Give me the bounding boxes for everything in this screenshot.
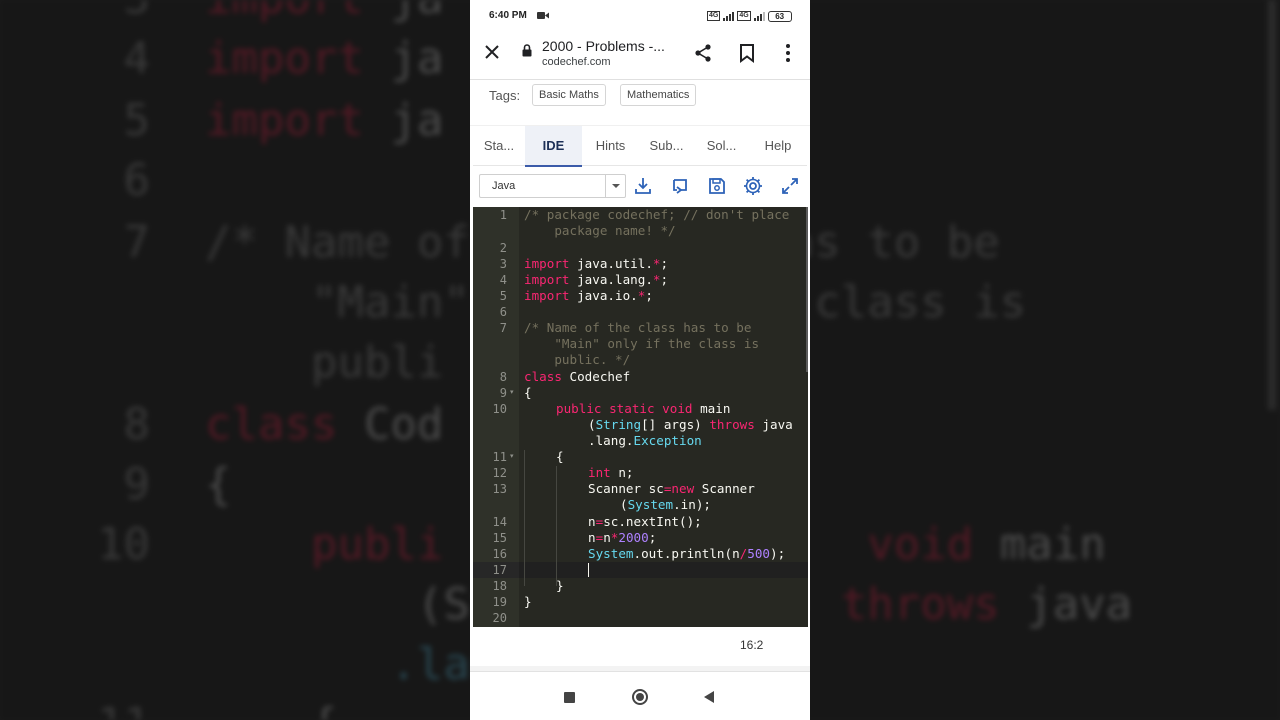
backdrop-scrollbar [1268, 0, 1276, 410]
tags-label: Tags: [489, 88, 521, 103]
code-line: n=sc.nextInt(); [588, 514, 702, 529]
home-icon[interactable] [632, 689, 648, 705]
language-value: Java [492, 180, 516, 192]
line-number: 16 [492, 547, 507, 561]
line-number: 4 [499, 273, 507, 287]
bookmark-icon[interactable] [737, 42, 757, 64]
signal-icon [723, 11, 735, 21]
problem-tags: Tags: Basic Maths Mathematics [470, 80, 810, 126]
code-line: System.out.println(n/500); [588, 546, 786, 561]
tab-hints[interactable]: Hints [582, 126, 639, 166]
code-line: package name! */ [524, 223, 676, 238]
page-title[interactable]: 2000 - Problems -... [542, 38, 682, 54]
close-icon[interactable] [482, 42, 502, 62]
code-line: Scanner sc=new Scanner [588, 481, 755, 496]
more-vertical-icon[interactable] [778, 42, 798, 64]
line-number: 18 [492, 579, 507, 593]
code-line: n=n*2000; [588, 530, 657, 545]
tab-statement[interactable]: Sta... [473, 126, 525, 166]
line-number: 7 [499, 321, 507, 335]
language-select[interactable]: Java [479, 174, 626, 198]
active-line-highlight [519, 562, 808, 578]
status-bar: 6:40 PM 4G 4G 63 [470, 0, 810, 32]
cursor-position: 16:2 [740, 638, 764, 652]
line-number: 11 [492, 450, 507, 464]
line-number: 12 [492, 466, 507, 480]
chevron-down-icon [612, 184, 620, 188]
line-number: 20 [492, 611, 507, 625]
phone-screen: 6:40 PM 4G 4G 63 2000 - Problems -... co… [470, 0, 810, 720]
video-camera-icon [537, 12, 549, 19]
code-line: "Main" only if the class is [524, 336, 760, 351]
code-line: } [556, 578, 564, 593]
code-line: { [556, 449, 564, 464]
code-line: class Codechef [524, 369, 631, 384]
lock-icon [522, 44, 532, 57]
code-line: import java.lang.*; [524, 272, 669, 287]
tab-ide[interactable]: IDE [525, 126, 582, 167]
line-number: 15 [492, 531, 507, 545]
signal-icon [753, 11, 765, 21]
fold-toggle-icon[interactable]: ▾ [510, 385, 514, 401]
line-number: 6 [499, 305, 507, 319]
line-number: 3 [499, 257, 507, 271]
code-line: (System.in); [620, 497, 712, 512]
ide-toolbar: Java [470, 166, 810, 206]
network-badge: 4G [707, 11, 721, 21]
line-number: 2 [499, 241, 507, 255]
battery-icon: 63 [767, 10, 792, 22]
editor-scrollbar[interactable] [806, 207, 808, 372]
fold-toggle-icon[interactable]: ▾ [510, 449, 514, 465]
android-nav-bar [470, 675, 810, 720]
divider [470, 666, 810, 672]
line-number: 5 [499, 289, 507, 303]
line-number: 19 [492, 595, 507, 609]
tab-help[interactable]: Help [749, 126, 807, 166]
run-icon[interactable] [669, 175, 691, 197]
code-line: public static void main [556, 401, 731, 416]
line-number: 13 [492, 482, 507, 496]
code-line: /* Name of the class has to be [524, 320, 752, 335]
code-line: } [524, 594, 532, 609]
back-icon[interactable] [704, 691, 714, 703]
text-caret [588, 563, 589, 577]
settings-icon[interactable] [742, 175, 764, 197]
problem-tabs: Sta... IDE Hints Sub... Sol... Help [473, 126, 807, 167]
tag-mathematics[interactable]: Mathematics [620, 84, 697, 106]
code-line: (String[] args) throws java [588, 417, 793, 432]
line-number: 17 [492, 563, 507, 577]
code-editor[interactable]: 1 2 3 4 5 6 7 8 9 ▾ 10 11 ▾ 12 13 14 15 … [473, 207, 808, 627]
page-domain[interactable]: codechef.com [542, 56, 610, 68]
code-line: .lang.Exception [588, 433, 702, 448]
save-icon[interactable] [706, 175, 728, 197]
network-badge: 4G [737, 11, 751, 21]
share-icon[interactable] [692, 42, 714, 64]
code-line: /* package codechef; // don't place [524, 207, 790, 222]
line-number: 10 [492, 402, 507, 416]
line-number: 8 [499, 370, 507, 384]
tab-solutions[interactable]: Sol... [694, 126, 749, 166]
code-line: public. */ [524, 352, 631, 367]
code-line: import java.util.*; [524, 256, 669, 271]
code-line: { [524, 385, 532, 400]
download-icon[interactable] [632, 175, 654, 197]
line-number: 14 [492, 515, 507, 529]
code-line: int n; [588, 465, 634, 480]
tab-submissions[interactable]: Sub... [639, 126, 694, 166]
tag-basic-maths[interactable]: Basic Maths [532, 84, 606, 106]
code-line: import java.io.*; [524, 288, 653, 303]
recents-icon[interactable] [564, 692, 575, 703]
line-number: 9 [499, 386, 507, 400]
fullscreen-icon[interactable] [779, 175, 801, 197]
line-number: 1 [499, 208, 507, 222]
screen: 3import ja 4import ja 5import ja 6 7/* N… [0, 0, 1280, 720]
browser-url-bar: 2000 - Problems -... codechef.com [470, 32, 810, 80]
status-indicators: 4G 4G 63 [707, 9, 792, 23]
status-time: 6:40 PM [489, 10, 527, 21]
